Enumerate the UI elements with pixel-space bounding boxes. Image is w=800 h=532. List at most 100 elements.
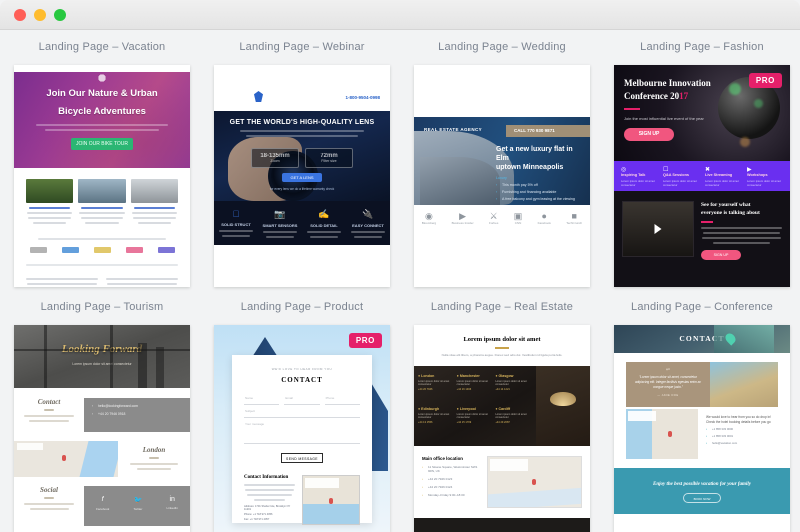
hero-eyebrow: Luxury [496, 176, 507, 180]
hero-title: GET THE WORLD'S HIGH-QUALITY LENS [229, 119, 375, 126]
contact-form: Name Email Phone Subject Your message [244, 396, 360, 444]
feature-card[interactable] [26, 179, 74, 227]
testimonial [26, 275, 98, 287]
hero-cta-button[interactable]: GET A LENS [282, 173, 322, 182]
template-caption: Landing Page – Tourism [40, 301, 164, 313]
title-rule [624, 108, 640, 110]
message-field[interactable]: Your message [244, 422, 360, 444]
partner-logos [14, 243, 190, 257]
hero-section: Join Our Nature & Urban Bicycle Adventur… [14, 72, 190, 168]
section-title-line1: See for yourself what [701, 202, 751, 208]
map-image[interactable] [626, 409, 698, 459]
submit-button[interactable]: SEND MESSAGE [281, 453, 323, 463]
map-section: London [14, 440, 190, 478]
play-icon[interactable] [654, 224, 662, 234]
map-pin-icon [668, 431, 672, 437]
map-image[interactable] [487, 455, 582, 508]
header-phone[interactable]: 1-800-9504-0998 [345, 95, 380, 100]
template-caption: Landing Page – Fashion [640, 41, 764, 53]
info-line: Phone: +1 718 971 4056 [244, 513, 273, 516]
page-header: 1-800-9504-0998 [214, 65, 390, 111]
template-thumbnail[interactable]: Lorem ipsum dolor sit amet Nulla vitae e… [414, 325, 590, 532]
template-card-tourism[interactable]: Landing Page – Tourism Looking Forward L… [14, 290, 190, 532]
card-image [78, 179, 126, 203]
feature-title: Workshops [747, 173, 768, 177]
template-thumbnail[interactable]: Looking Forward Lorem ipsum dolor sit am… [14, 325, 190, 532]
hero-note: for every lens we do a lifetime warranty… [269, 187, 335, 191]
section-cta-button[interactable]: SIGN UP [701, 249, 741, 260]
info-title: Contact Information [244, 475, 289, 480]
template-thumbnail[interactable]: Join Our Nature & Urban Bicycle Adventur… [14, 65, 190, 287]
feature-desc: Lorem ipsum dolor sit amet consectetur [621, 179, 655, 187]
spec-stat: 18-135mm Zoom [251, 148, 299, 168]
template-card-conference[interactable]: Landing Page – Conference CONTACT “” "Lo… [614, 290, 790, 532]
detail-line: hello@vacation.com [706, 441, 778, 445]
square-icon: ☐ [663, 167, 669, 173]
window-controls [14, 9, 66, 21]
feature-item: ☐ Q&A Sessions Lorem ipsum dolor sit ame… [660, 166, 702, 191]
social-link[interactable]: 𝑓 Facebook [96, 496, 109, 526]
template-thumbnail[interactable]: PRO Melbourne Innovation Conference 2017… [614, 65, 790, 287]
section-title: Social [40, 486, 58, 494]
social-link[interactable]: 🐦 Twitter [133, 496, 142, 526]
phone-field[interactable]: Phone [324, 396, 360, 405]
feature-desc: Lorem ipsum dolor sit amet consectetur [663, 179, 697, 187]
template-card-wedding[interactable]: Landing Page – Wedding REAL ESTATE AGENC… [414, 30, 590, 287]
page-header [414, 65, 590, 117]
section-title: London [142, 445, 166, 454]
name-field[interactable]: Name [244, 396, 280, 405]
locations-grid: ● London Lorem ipsum dolor sit amet conse… [414, 365, 590, 446]
email-field[interactable]: Email [284, 396, 320, 405]
subject-field[interactable]: Subject [244, 409, 360, 418]
feature-title: Live Streaming [705, 173, 733, 177]
template-thumbnail[interactable]: 1-800-9504-0998 GET THE WORLD'S HIGH-QUA… [214, 65, 390, 287]
main-office-section: Main office location 11 Sloane Square, W… [414, 445, 590, 518]
feature-card[interactable] [130, 179, 178, 227]
spec-stat: 72mm Filter size [305, 148, 353, 168]
contact-item: hello@lookingforward.com [92, 404, 182, 408]
template-thumbnail[interactable]: REAL ESTATE AGENCY CALL 770 930 9871 Get… [414, 65, 590, 287]
hero-cta-button[interactable]: SIGN UP [624, 128, 674, 141]
template-card-vacation[interactable]: Landing Page – Vacation Join Our Nature … [14, 30, 190, 287]
linkedin-icon: in [169, 496, 175, 503]
map-image[interactable] [302, 475, 360, 525]
template-caption: Landing Page – Real Estate [430, 301, 574, 313]
footer-band: Enjoy the best possible vacation for you… [614, 468, 790, 514]
template-card-product[interactable]: Landing Page – Product PRO WE'D LOVE TO … [214, 290, 390, 532]
details-title: We would love to hear from you so do dro… [706, 415, 771, 424]
map-image[interactable] [14, 441, 118, 477]
template-card-real-estate[interactable]: Landing Page – Real Estate Lorem ipsum d… [414, 290, 590, 532]
contact-item: +44 20 7946 0918 [92, 412, 182, 416]
template-card-fashion[interactable]: Landing Page – Fashion PRO Melbourne Inn… [614, 30, 790, 287]
hero-cta-button[interactable]: JOIN OUR BIKE TOUR [71, 138, 133, 150]
feature-card[interactable] [78, 179, 126, 227]
template-caption: Landing Page – Webinar [239, 41, 365, 53]
stat-label: Zoom [270, 159, 280, 163]
hero-bullet: A free balcony and gym leasing at the vi… [496, 197, 582, 201]
footer-cta-button[interactable]: BOOK NOW [683, 493, 721, 503]
map-pin-icon [62, 455, 66, 461]
template-thumbnail[interactable]: PRO WE'D LOVE TO HEAR FROM YOU CONTACT N… [214, 325, 390, 532]
feature-title: Q&A Sessions [663, 173, 690, 177]
feature-item: 🔌 EASY CONNECT [346, 209, 390, 241]
hand-icon: ✍ [318, 209, 330, 219]
close-button[interactable] [14, 9, 26, 21]
video-thumbnail[interactable] [622, 201, 694, 257]
minimize-button[interactable] [34, 9, 46, 21]
camera-icon: 📷 [274, 209, 286, 219]
feature-strip:  SOLID STRUCT 📷 SMART SENSORS ✍ SOLID D… [214, 201, 390, 245]
info-line: Fax: +1 718 971 4057 [244, 518, 270, 521]
form-title: CONTACT [281, 376, 323, 384]
template-gallery: Landing Page – Vacation Join Our Nature … [0, 30, 800, 532]
maximize-button[interactable] [54, 9, 66, 21]
template-card-webinar[interactable]: Landing Page – Webinar 1-800-9504-0998 G… [214, 30, 390, 287]
title-rule [495, 347, 509, 349]
feature-title: SMART SENSORS [262, 223, 298, 228]
feature-item: ✖ Live Streaming Lorem ipsum dolor sit a… [702, 166, 744, 191]
social-link[interactable]: in LinkedIn [167, 496, 178, 526]
template-thumbnail[interactable]: CONTACT “” "Lorem ipsum dolor sit amet, … [614, 325, 790, 532]
call-banner[interactable]: CALL 770 930 9871 [506, 125, 590, 137]
intro-section: Lorem ipsum dolor sit amet Nulla vitae e… [414, 325, 590, 358]
partner-logo [125, 247, 143, 253]
feature-bar: ◎ Inspiring Talk Lorem ipsum dolor sit a… [614, 161, 790, 191]
